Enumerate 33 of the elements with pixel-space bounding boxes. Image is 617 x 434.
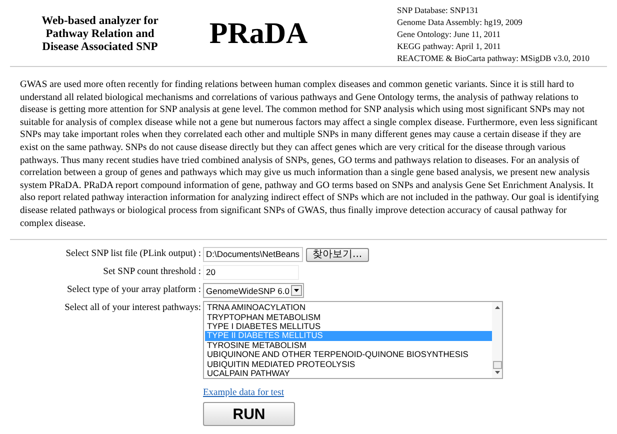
info-line: Genome Data Assembly: hg19, 2009: [397, 16, 524, 28]
platform-dropdown[interactable]: GenomeWideSNP 6.0: [203, 283, 304, 298]
field-label: Select all of your interest pathways:: [64, 302, 202, 316]
pathway-option[interactable]: TRYPTOPHAN METABOLISM: [205, 312, 492, 322]
threshold-field[interactable]: 20: [203, 265, 299, 280]
logo-title: PRaDA: [208, 17, 309, 51]
info-line: KEGG pathway: April 1, 2011: [397, 40, 502, 52]
pathway-option[interactable]: UBIQUITIN MEDIATED PROTEOLYSIS: [205, 360, 492, 369]
pathway-option[interactable]: TYPE I DIABETES MELLITUS: [205, 322, 492, 332]
subtitle-line: Disease Associated SNP: [41, 40, 159, 54]
scroll-up-icon[interactable]: [494, 305, 500, 312]
scroll-down-icon[interactable]: [494, 369, 500, 376]
subtitle-line: Pathway Relation and: [44, 28, 156, 40]
pathway-option[interactable]: TRNA AMINOACYLATION: [205, 303, 492, 313]
file-path-field[interactable]: D:\Documents\NetBeans: [203, 247, 303, 262]
scrollbar-thumb[interactable]: [492, 361, 502, 370]
field-label: Set SNP count threshold :: [102, 266, 202, 280]
run-button[interactable]: RUN: [203, 402, 295, 426]
scrollbar[interactable]: [492, 302, 502, 378]
caret-icon: [291, 285, 302, 296]
pathway-option[interactable]: TYROSINE METABOLISM: [205, 340, 492, 350]
subtitle-line: Web-based analyzer for: [40, 14, 160, 28]
info-line: REACTOME & BioCarta pathway: MSigDB v3.0, 2010: [397, 52, 591, 64]
field-label: Select SNP list file (PLink output) :: [64, 248, 202, 262]
pathway-option[interactable]: UBIQUINONE AND OTHER TERPENOID-QUINONE BIOSYNTHESIS: [205, 350, 492, 360]
browse-button[interactable]: 찾아보기...: [306, 248, 370, 262]
example-data-link[interactable]: Example data for test: [203, 388, 284, 398]
description-paragraph: GWAS are used more often recently for finding relations between human complex diseases and common genetic variants. Since it is still hard to understand all related biological mechanisms and correlations of various pathways and Gene Ontology terms, the analysis of pathway relations to disease is getting more attention for SNP analysis at gene level. The common method for SNP analysis which using most significant SNPs may not suitable for analysis of complex disease while not a gene but numerous factors may affect a single complex disease. Furthermore, even less significant SNPs may take important roles when they correlated each other and multiple SNPs in many different genes may cause a certain disease if they are exist on the same pathway. SNPs do not cause disease directly but they can affect genes which are very critical for the disease through various pathways. Thus many recent studies have tried combined analysis of SNPs, genes, GO terms and pathways relation to diseases. For an analysis of correlation between a group of genes and pathways which may give us much information than a single gene based analysis, we present new analysis system PRaDA. PRaDA report compound information of gene, pathway and GO terms based on SNPs and analysis Gene Set Enrichment Analysis. It also report related pathway interaction information for analyzing indirect effect of SNPs which are not included in the pathway. Our goal is identifying disease related pathways or biological process from significant SNPs of GWAS, thus finally improve detection accuracy of causal pathway for complex disease.: [20, 79, 600, 230]
info-line: Gene Ontology: June 11, 2011: [397, 28, 502, 40]
pathway-option[interactable]: UCALPAIN PATHWAY: [205, 368, 492, 378]
pathway-listbox[interactable]: [203, 301, 503, 380]
field-label: Select type of your array platform :: [66, 284, 202, 298]
info-line: SNP Database: SNP131: [397, 4, 480, 16]
